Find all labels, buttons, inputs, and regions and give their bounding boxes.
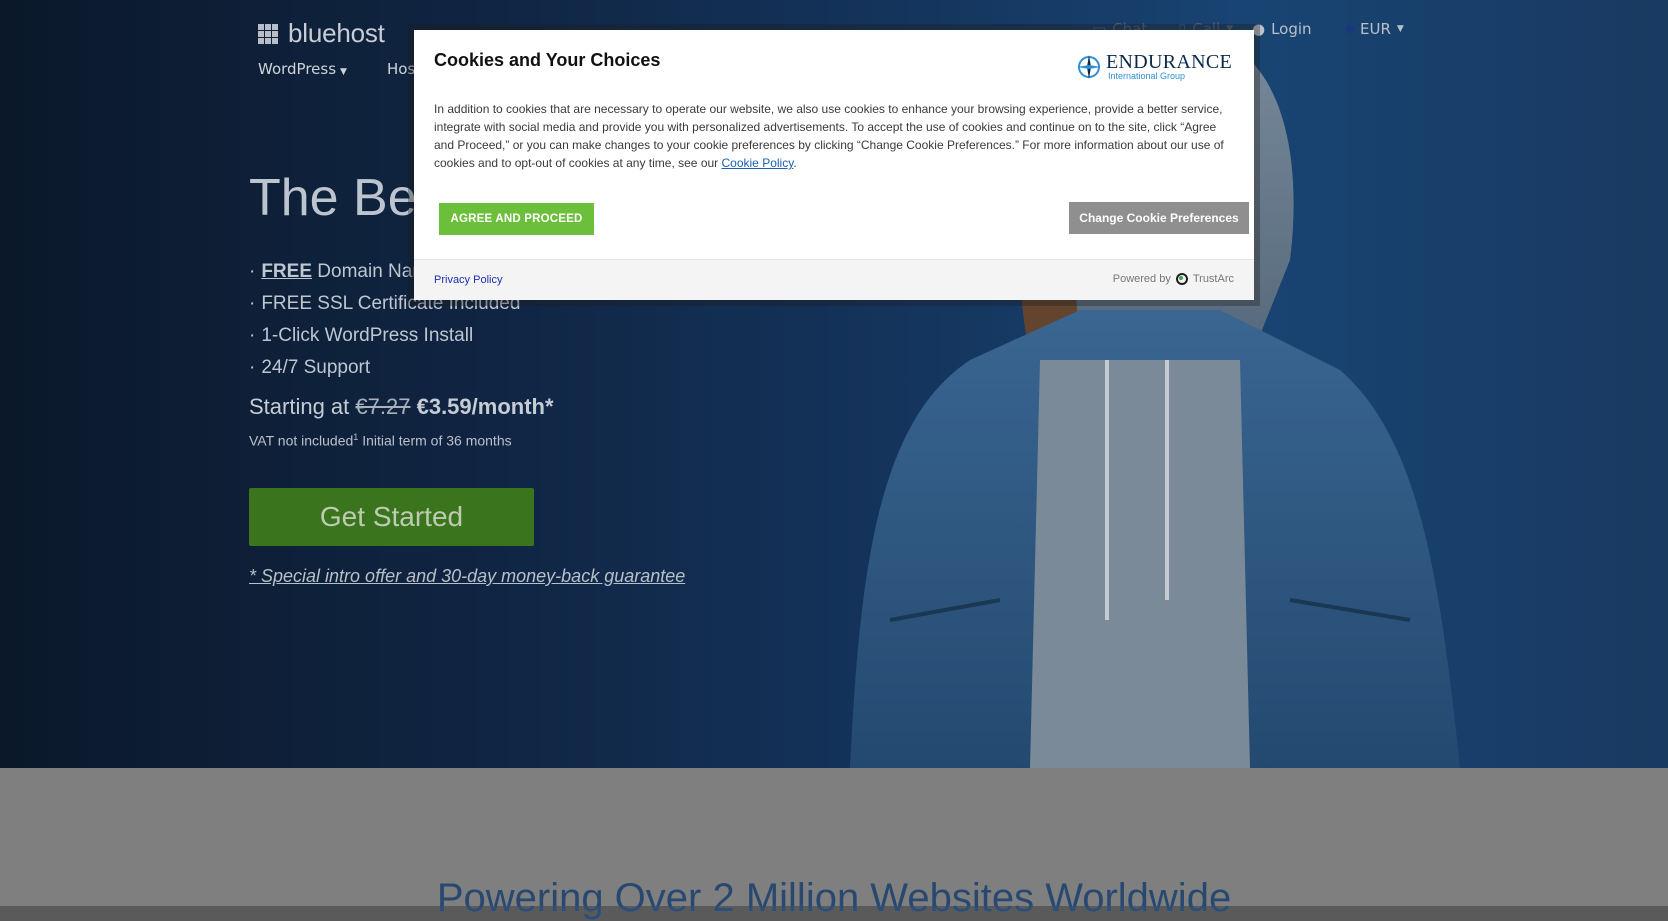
change-cookie-preferences-button[interactable]: Change Cookie Preferences <box>1069 202 1249 234</box>
logo-text: bluehost <box>288 18 385 48</box>
nav-item-label: WordPress <box>258 60 337 78</box>
new-price: €3.59/month* <box>416 394 554 419</box>
dialog-body: In addition to cookies that are necessar… <box>434 100 1234 172</box>
powered-by: Powered by TrustArc <box>1113 273 1234 285</box>
cookie-consent-dialog: Cookies and Your Choices ENDURANCE Inter… <box>414 30 1254 300</box>
pricing-line: Starting at €7.27 €3.59/month* <box>249 394 554 420</box>
primary-nav: WordPress ▼ Host <box>258 60 421 78</box>
brand-name: ENDURANCE <box>1105 51 1232 73</box>
feature-text: Domain Nam <box>312 261 429 282</box>
stats-section: Powering Over 2 Million Websites Worldwi… <box>0 768 1668 920</box>
vat-text: VAT not included <box>249 432 354 449</box>
trustarc-label: TrustArc <box>1192 273 1234 285</box>
dialog-title: Cookies and Your Choices <box>434 50 661 70</box>
privacy-policy-link[interactable]: Privacy Policy <box>434 274 502 286</box>
feature-item: · 24/7 Support <box>249 357 371 378</box>
bluehost-logo[interactable]: bluehost <box>258 18 385 49</box>
endurance-logo: ENDURANCE International Group <box>1076 52 1232 81</box>
get-started-button[interactable]: Get Started <box>249 488 534 546</box>
guarantee-link[interactable]: * Special intro offer and 30-day money-b… <box>249 566 685 587</box>
powered-by-label: Powered by <box>1112 273 1171 285</box>
feature-item: · 1-Click WordPress Install <box>249 325 474 346</box>
caret-down-icon: ▼ <box>1396 24 1404 34</box>
stats-headline: Powering Over 2 Million Websites Worldwi… <box>436 876 1232 920</box>
feature-text: 24/7 Support <box>261 357 371 378</box>
compass-icon <box>1076 54 1101 79</box>
price-prefix: Starting at <box>249 394 350 419</box>
eu-flag-icon <box>1346 25 1354 33</box>
vat-note: VAT not included1 Initial term of 36 mon… <box>249 432 512 449</box>
cookie-policy-link[interactable]: Cookie Policy <box>722 156 794 170</box>
body-text: In addition to cookies that are necessar… <box>434 102 1224 170</box>
nav-item-wordpress[interactable]: WordPress ▼ <box>258 60 347 78</box>
feature-free-label: FREE <box>261 261 313 282</box>
login-label: Login <box>1271 20 1312 38</box>
body-end: . <box>793 156 797 170</box>
term-text: Initial term of 36 months <box>362 432 512 449</box>
grid-logo-icon <box>258 23 278 44</box>
caret-down-icon: ▼ <box>340 67 347 77</box>
login-link[interactable]: ● Login <box>1252 20 1312 38</box>
brand-subtitle: International Group <box>1107 71 1186 81</box>
vat-footnote: 1 <box>353 432 359 442</box>
agree-and-proceed-button[interactable]: AGREE AND PROCEED <box>439 203 594 235</box>
trustarc-icon <box>1175 273 1188 285</box>
currency-selector[interactable]: EUR ▼ <box>1346 20 1404 38</box>
currency-label: EUR <box>1360 20 1391 38</box>
dialog-footer: Privacy Policy Powered by TrustArc <box>414 259 1254 300</box>
old-price: €7.27 <box>355 394 411 419</box>
feature-text: 1-Click WordPress Install <box>261 325 474 346</box>
